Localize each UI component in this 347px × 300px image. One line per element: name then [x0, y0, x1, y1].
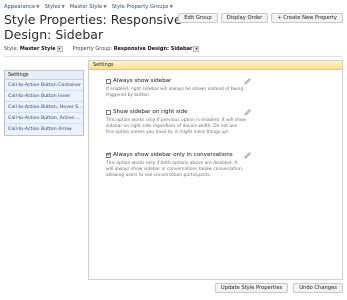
option-always-show-sidebar: Always show sidebar If enabled, right si… [106, 77, 246, 99]
chevron-down-icon: ▼ [103, 4, 107, 10]
display-order-button[interactable]: Display Order [220, 13, 269, 23]
panel-header: Settings [89, 61, 342, 70]
pencil-icon[interactable] [243, 77, 252, 86]
breadcrumb-master-style[interactable]: Master Style [70, 4, 102, 10]
option-description: This option works only if both options a… [106, 161, 244, 178]
style-filter-value[interactable]: Master Style [20, 46, 56, 52]
chevron-down-icon: ▼ [36, 4, 40, 10]
bottom-actions: Update Style Properties Undo Changes [214, 283, 343, 293]
style-dropdown-icon[interactable]: ▼ [56, 46, 63, 52]
option-label[interactable]: Always show sidebar only in conversation… [113, 152, 233, 158]
group-dropdown-icon[interactable]: ▼ [193, 46, 200, 52]
show-sidebar-right-checkbox[interactable] [106, 109, 111, 115]
pencil-icon[interactable] [243, 108, 252, 117]
option-description: This option works only if previous optio… [106, 118, 247, 135]
sidebar-item-cta-hover[interactable]: Call-to-Action Button, Hover St... [5, 102, 83, 113]
breadcrumb-appearance[interactable]: Appearance [4, 4, 35, 10]
sidebar-item-cta-arrow[interactable]: Call-to-Action Button Arrow [5, 124, 83, 135]
sidebar-header[interactable]: Settings [5, 71, 83, 80]
sidebar-list: Call-to-Action Button Container Call-to-… [5, 80, 83, 135]
top-actions: Edit Group Display Order + Create New Pr… [178, 13, 343, 23]
sidebar-item-cta-container[interactable]: Call-to-Action Button Container [5, 80, 83, 91]
breadcrumb-style-property-groups[interactable]: Style Property Groups [112, 4, 169, 10]
option-sidebar-conversations: Always show sidebar only in conversation… [106, 151, 246, 178]
option-show-sidebar-right: Show sidebar on right side This option w… [106, 108, 246, 135]
option-label[interactable]: Show sidebar on right side [113, 109, 188, 115]
breadcrumb: Appearance ▼ Styles ▼ Master Style ▼ Style … [4, 2, 173, 12]
chevron-down-icon: ▼ [61, 4, 65, 10]
sidebar-item-cta-inner[interactable]: Call-to-Action Button Inner [5, 91, 83, 102]
edit-group-button[interactable]: Edit Group [178, 13, 218, 23]
divider [4, 56, 343, 57]
sidebar-item-cta-active[interactable]: Call-to-Action Button, Active St... [5, 113, 83, 124]
pencil-icon[interactable] [243, 151, 252, 160]
filters-bar: Style: Master Style ▼ Property Group: Res… [4, 45, 200, 53]
breadcrumb-styles[interactable]: Styles [45, 4, 61, 10]
group-filter-label: Property Group: [72, 46, 113, 52]
sidebar-conversations-checkbox[interactable] [106, 151, 112, 158]
option-description: If enabled, right sidebar will always be… [106, 87, 244, 98]
style-filter-label: Style: [4, 46, 19, 52]
property-sidebar: Settings Call-to-Action Button Container… [4, 70, 84, 136]
group-filter-value[interactable]: Responsive Design: Sidebar [114, 46, 193, 52]
always-show-sidebar-checkbox[interactable] [106, 78, 111, 84]
chevron-down-icon: ▼ [169, 4, 173, 10]
update-style-properties-button[interactable]: Update Style Properties [214, 283, 289, 293]
undo-changes-button[interactable]: Undo Changes [293, 283, 343, 293]
page-title: Style Properties: Responsive Design: Sid… [4, 12, 182, 42]
option-label[interactable]: Always show sidebar [113, 78, 171, 84]
create-new-property-button[interactable]: + Create New Property [271, 13, 343, 23]
